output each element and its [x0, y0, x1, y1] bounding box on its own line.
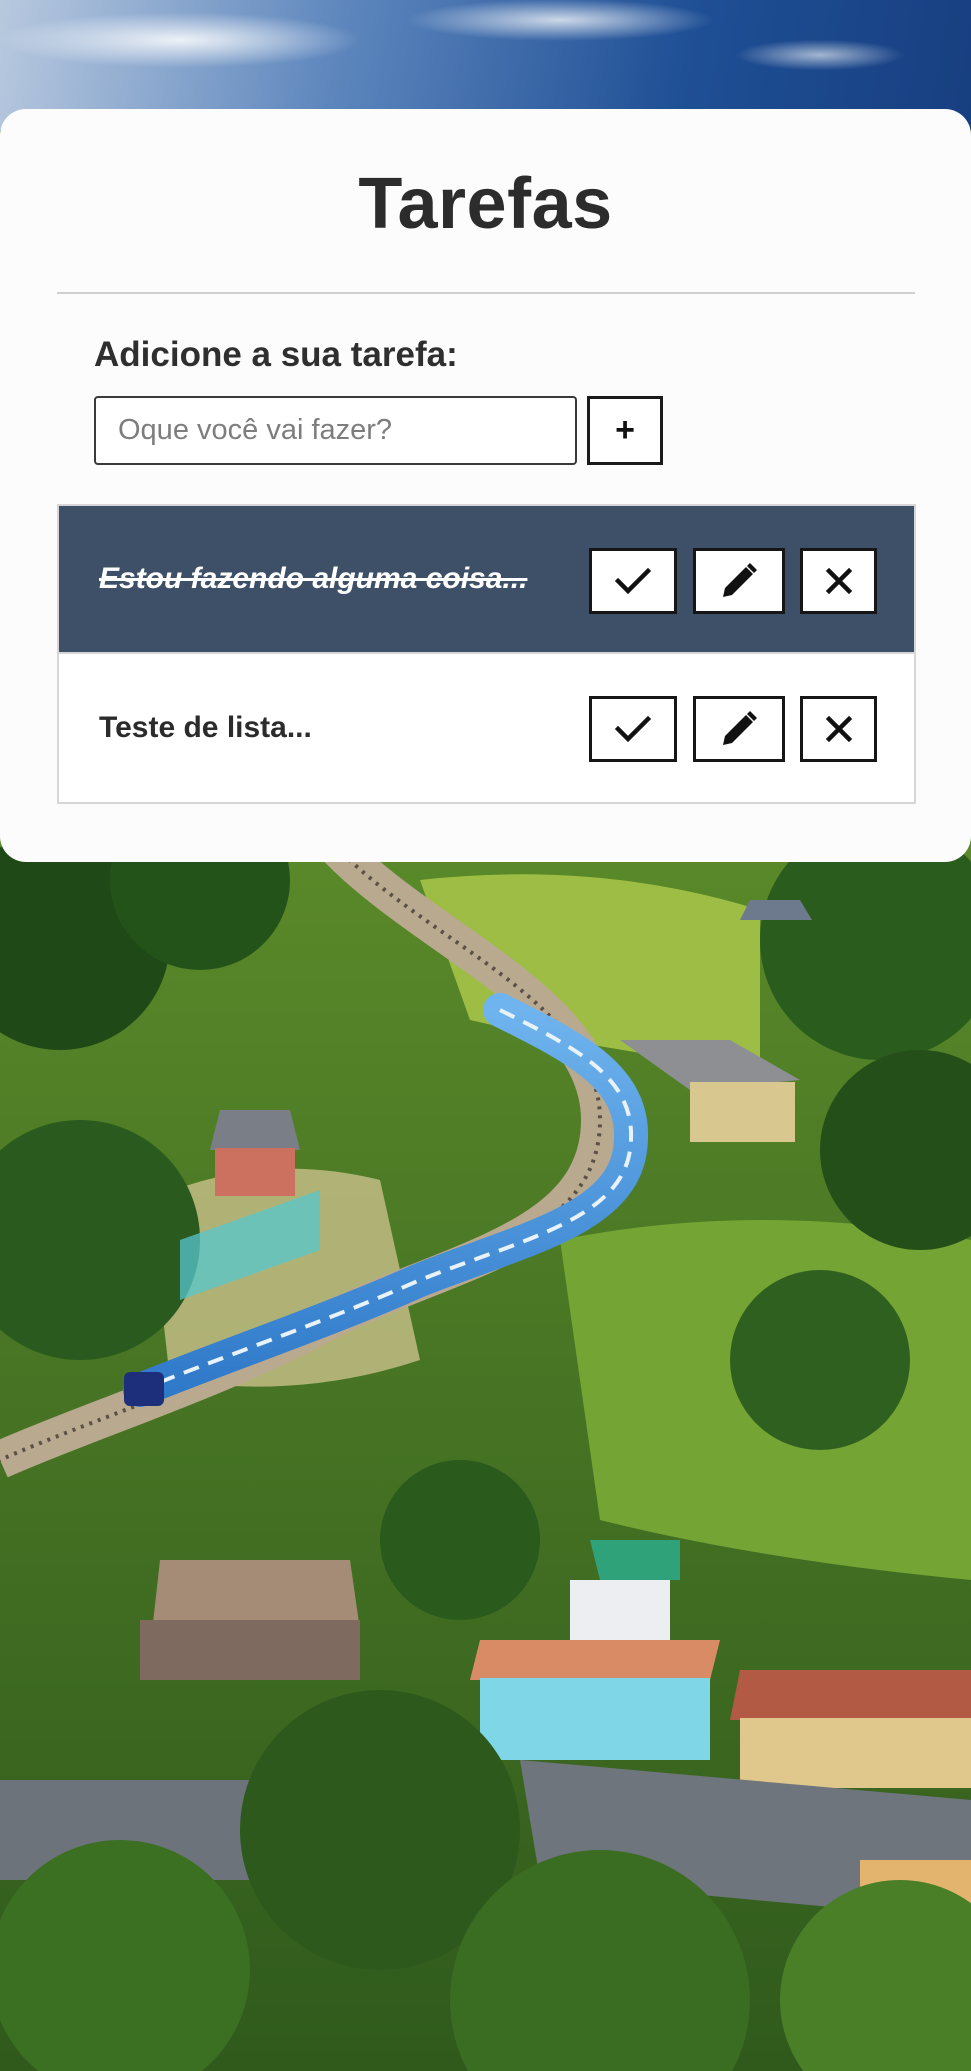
- task-input[interactable]: [94, 396, 577, 465]
- add-task-label: Adicione a sua tarefa:: [94, 335, 458, 374]
- add-task-button[interactable]: +: [587, 396, 663, 465]
- complete-task-button[interactable]: [589, 696, 677, 762]
- task-list: Estou fazendo alguma coisa... Teste de l…: [57, 504, 916, 804]
- pencil-icon: [723, 711, 757, 745]
- delete-task-button[interactable]: [800, 696, 877, 762]
- close-icon: [825, 715, 852, 743]
- check-icon: [615, 567, 651, 595]
- task-text: Teste de lista...: [99, 711, 312, 744]
- pencil-icon: [723, 563, 757, 597]
- background-landscape-image: [0, 820, 971, 2071]
- page-title: Tarefas: [358, 164, 613, 244]
- task-text: Estou fazendo alguma coisa...: [99, 562, 528, 595]
- task-item: Estou fazendo alguma coisa...: [59, 506, 914, 654]
- check-icon: [615, 715, 651, 743]
- task-item: Teste de lista...: [59, 654, 914, 802]
- complete-task-button[interactable]: [589, 548, 677, 614]
- edit-task-button[interactable]: [693, 696, 785, 762]
- delete-task-button[interactable]: [800, 548, 877, 614]
- title-divider: [57, 292, 915, 294]
- edit-task-button[interactable]: [693, 548, 785, 614]
- close-icon: [825, 567, 852, 595]
